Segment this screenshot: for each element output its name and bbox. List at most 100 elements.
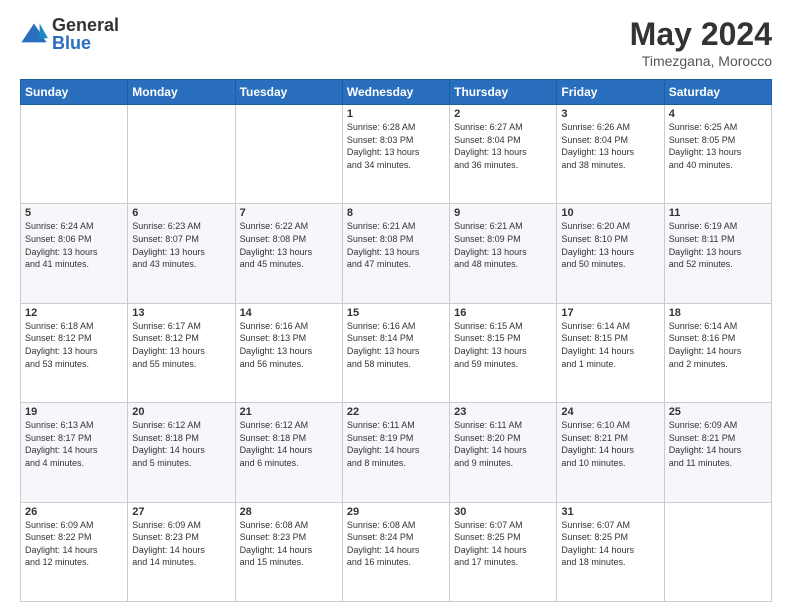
calendar-cell: 3 Sunrise: 6:26 AM Sunset: 8:04 PM Daylig… <box>557 105 664 204</box>
day-info: Sunrise: 6:08 AM Sunset: 8:23 PM Dayligh… <box>240 520 313 568</box>
day-info: Sunrise: 6:14 AM Sunset: 8:15 PM Dayligh… <box>561 321 634 369</box>
title-block: May 2024 Timezgana, Morocco <box>630 16 772 69</box>
day-number: 18 <box>669 307 767 319</box>
calendar-cell: 22 Sunrise: 6:11 AM Sunset: 8:19 PM Dayli… <box>342 403 449 502</box>
day-number: 24 <box>561 406 659 418</box>
logo-blue-text: Blue <box>52 34 119 52</box>
day-number: 26 <box>25 506 123 518</box>
logo-icon <box>20 20 48 48</box>
day-number: 6 <box>132 207 230 219</box>
calendar-week-0: 1Sunrise: 6:28 AM Sunset: 8:03 PM Daylig… <box>21 105 772 204</box>
day-number: 1 <box>347 108 445 120</box>
day-info: Sunrise: 6:12 AM Sunset: 8:18 PM Dayligh… <box>132 420 205 468</box>
day-info: Sunrise: 6:07 AM Sunset: 8:25 PM Dayligh… <box>454 520 527 568</box>
day-info: Sunrise: 6:07 AM Sunset: 8:25 PM Dayligh… <box>561 520 634 568</box>
calendar-cell: 11 Sunrise: 6:19 AM Sunset: 8:11 PM Dayli… <box>664 204 771 303</box>
calendar-cell: 5 Sunrise: 6:24 AM Sunset: 8:06 PM Daylig… <box>21 204 128 303</box>
calendar-cell: 8 Sunrise: 6:21 AM Sunset: 8:08 PM Daylig… <box>342 204 449 303</box>
subtitle: Timezgana, Morocco <box>630 53 772 69</box>
calendar-cell: 10 Sunrise: 6:20 AM Sunset: 8:10 PM Dayli… <box>557 204 664 303</box>
day-number: 3 <box>561 108 659 120</box>
day-number: 2 <box>454 108 552 120</box>
calendar-cell: 25 Sunrise: 6:09 AM Sunset: 8:21 PM Dayli… <box>664 403 771 502</box>
calendar-cell: 18 Sunrise: 6:14 AM Sunset: 8:16 PM Dayli… <box>664 303 771 402</box>
day-number: 31 <box>561 506 659 518</box>
day-number: 23 <box>454 406 552 418</box>
calendar-cell: 13 Sunrise: 6:17 AM Sunset: 8:12 PM Dayli… <box>128 303 235 402</box>
day-number: 29 <box>347 506 445 518</box>
day-info: Sunrise: 6:08 AM Sunset: 8:24 PM Dayligh… <box>347 520 420 568</box>
day-info: Sunrise: 6:19 AM Sunset: 8:11 PM Dayligh… <box>669 221 742 269</box>
calendar-cell <box>235 105 342 204</box>
calendar-dow-sunday: Sunday <box>21 80 128 105</box>
day-info: Sunrise: 6:13 AM Sunset: 8:17 PM Dayligh… <box>25 420 98 468</box>
day-number: 5 <box>25 207 123 219</box>
calendar-cell: 19 Sunrise: 6:13 AM Sunset: 8:17 PM Dayli… <box>21 403 128 502</box>
page: General Blue May 2024 Timezgana, Morocco… <box>0 0 792 612</box>
day-info: Sunrise: 6:14 AM Sunset: 8:16 PM Dayligh… <box>669 321 742 369</box>
day-number: 20 <box>132 406 230 418</box>
calendar-cell: 1Sunrise: 6:28 AM Sunset: 8:03 PM Daylig… <box>342 105 449 204</box>
day-number: 13 <box>132 307 230 319</box>
day-number: 30 <box>454 506 552 518</box>
calendar-cell: 30 Sunrise: 6:07 AM Sunset: 8:25 PM Dayli… <box>450 502 557 601</box>
calendar-dow-friday: Friday <box>557 80 664 105</box>
day-number: 17 <box>561 307 659 319</box>
logo-text: General Blue <box>52 16 119 52</box>
day-info: Sunrise: 6:12 AM Sunset: 8:18 PM Dayligh… <box>240 420 313 468</box>
day-number: 25 <box>669 406 767 418</box>
header: General Blue May 2024 Timezgana, Morocco <box>20 16 772 69</box>
day-info: Sunrise: 6:26 AM Sunset: 8:04 PM Dayligh… <box>561 122 634 170</box>
day-number: 15 <box>347 307 445 319</box>
day-number: 10 <box>561 207 659 219</box>
logo-general-text: General <box>52 16 119 34</box>
day-number: 21 <box>240 406 338 418</box>
calendar-cell <box>128 105 235 204</box>
day-info: Sunrise: 6:25 AM Sunset: 8:05 PM Dayligh… <box>669 122 742 170</box>
calendar-dow-saturday: Saturday <box>664 80 771 105</box>
day-info: Sunrise: 6:09 AM Sunset: 8:23 PM Dayligh… <box>132 520 205 568</box>
calendar-cell: 6Sunrise: 6:23 AM Sunset: 8:07 PM Daylig… <box>128 204 235 303</box>
calendar-cell: 31 Sunrise: 6:07 AM Sunset: 8:25 PM Dayli… <box>557 502 664 601</box>
day-info: Sunrise: 6:18 AM Sunset: 8:12 PM Dayligh… <box>25 321 98 369</box>
day-number: 19 <box>25 406 123 418</box>
calendar-cell: 23 Sunrise: 6:11 AM Sunset: 8:20 PM Dayli… <box>450 403 557 502</box>
calendar-cell: 14Sunrise: 6:16 AM Sunset: 8:13 PM Dayli… <box>235 303 342 402</box>
day-info: Sunrise: 6:22 AM Sunset: 8:08 PM Dayligh… <box>240 221 313 269</box>
calendar-dow-tuesday: Tuesday <box>235 80 342 105</box>
day-info: Sunrise: 6:09 AM Sunset: 8:21 PM Dayligh… <box>669 420 742 468</box>
calendar-cell: 4Sunrise: 6:25 AM Sunset: 8:05 PM Daylig… <box>664 105 771 204</box>
day-number: 28 <box>240 506 338 518</box>
day-number: 11 <box>669 207 767 219</box>
main-title: May 2024 <box>630 16 772 53</box>
day-info: Sunrise: 6:16 AM Sunset: 8:13 PM Dayligh… <box>240 321 313 369</box>
day-info: Sunrise: 6:24 AM Sunset: 8:06 PM Dayligh… <box>25 221 98 269</box>
calendar-dow-wednesday: Wednesday <box>342 80 449 105</box>
calendar-header-row: SundayMondayTuesdayWednesdayThursdayFrid… <box>21 80 772 105</box>
calendar-cell <box>21 105 128 204</box>
day-info: Sunrise: 6:21 AM Sunset: 8:08 PM Dayligh… <box>347 221 420 269</box>
day-info: Sunrise: 6:11 AM Sunset: 8:19 PM Dayligh… <box>347 420 420 468</box>
calendar-week-1: 5 Sunrise: 6:24 AM Sunset: 8:06 PM Daylig… <box>21 204 772 303</box>
day-info: Sunrise: 6:21 AM Sunset: 8:09 PM Dayligh… <box>454 221 527 269</box>
day-number: 8 <box>347 207 445 219</box>
day-info: Sunrise: 6:20 AM Sunset: 8:10 PM Dayligh… <box>561 221 634 269</box>
calendar-cell <box>664 502 771 601</box>
calendar-week-2: 12 Sunrise: 6:18 AM Sunset: 8:12 PM Dayli… <box>21 303 772 402</box>
calendar-week-4: 26Sunrise: 6:09 AM Sunset: 8:22 PM Dayli… <box>21 502 772 601</box>
day-number: 22 <box>347 406 445 418</box>
day-info: Sunrise: 6:27 AM Sunset: 8:04 PM Dayligh… <box>454 122 527 170</box>
calendar-cell: 26Sunrise: 6:09 AM Sunset: 8:22 PM Dayli… <box>21 502 128 601</box>
calendar-cell: 12 Sunrise: 6:18 AM Sunset: 8:12 PM Dayli… <box>21 303 128 402</box>
calendar-cell: 27Sunrise: 6:09 AM Sunset: 8:23 PM Dayli… <box>128 502 235 601</box>
day-info: Sunrise: 6:16 AM Sunset: 8:14 PM Dayligh… <box>347 321 420 369</box>
calendar-cell: 24Sunrise: 6:10 AM Sunset: 8:21 PM Dayli… <box>557 403 664 502</box>
day-info: Sunrise: 6:11 AM Sunset: 8:20 PM Dayligh… <box>454 420 527 468</box>
day-info: Sunrise: 6:17 AM Sunset: 8:12 PM Dayligh… <box>132 321 205 369</box>
day-number: 12 <box>25 307 123 319</box>
day-number: 9 <box>454 207 552 219</box>
calendar-cell: 7Sunrise: 6:22 AM Sunset: 8:08 PM Daylig… <box>235 204 342 303</box>
day-info: Sunrise: 6:15 AM Sunset: 8:15 PM Dayligh… <box>454 321 527 369</box>
calendar-cell: 16Sunrise: 6:15 AM Sunset: 8:15 PM Dayli… <box>450 303 557 402</box>
calendar-cell: 2 Sunrise: 6:27 AM Sunset: 8:04 PM Daylig… <box>450 105 557 204</box>
